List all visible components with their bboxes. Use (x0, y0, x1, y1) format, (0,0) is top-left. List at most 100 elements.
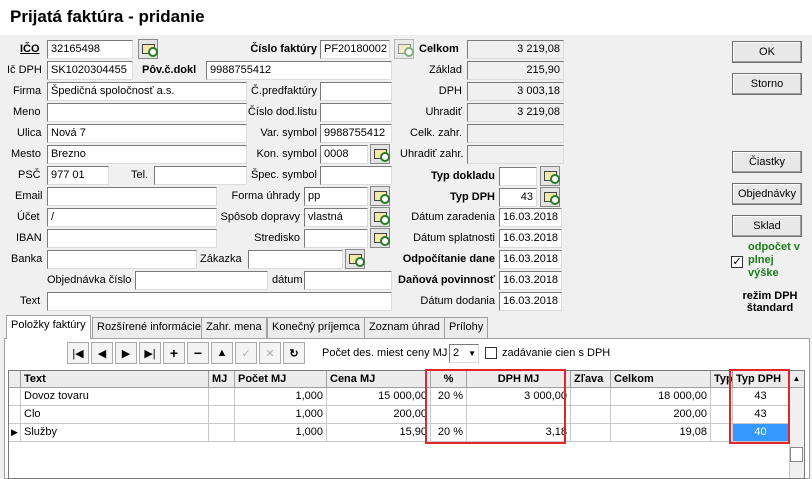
cell-typ[interactable] (711, 406, 733, 424)
mesto-field[interactable]: Brezno (47, 145, 247, 164)
next-record-icon[interactable]: ▶ (115, 342, 137, 364)
tab-konecny-prijemca[interactable]: Konečný príjemca (267, 317, 366, 338)
firma-field[interactable]: Špedičná spoločnosť a.s. (47, 82, 247, 101)
tab-zoznam-uhrad[interactable]: Zoznam úhrad (364, 317, 445, 338)
grid-header-typ-dph[interactable]: Typ DPH (733, 371, 789, 388)
cislo-faktury-lookup-button[interactable] (394, 39, 414, 59)
typ-dokladu-field[interactable] (499, 167, 537, 186)
delete-record-icon[interactable]: − (187, 342, 209, 364)
cell-typ-dph[interactable]: 43 (733, 388, 789, 406)
cell-celkom[interactable]: 200,00 (611, 406, 711, 424)
tab-prilohy[interactable]: Prílohy (444, 317, 489, 338)
cell-pocet-mj[interactable]: 1,000 (235, 388, 327, 406)
cell-text[interactable]: Služby (21, 424, 209, 442)
stredisko-field[interactable] (304, 229, 368, 248)
ico-field[interactable]: 32165498 (47, 40, 133, 59)
ucet-field[interactable]: / (47, 208, 217, 227)
cell-mj[interactable] (209, 406, 235, 424)
datum-dodania-field[interactable]: 16.03.2018 (499, 292, 562, 311)
datum-field[interactable] (304, 271, 392, 290)
grid-header-text[interactable]: Text (21, 371, 209, 388)
stredisko-lookup-button[interactable] (370, 228, 390, 248)
ok-button[interactable]: OK (732, 41, 802, 63)
ico-lookup-button[interactable] (138, 39, 158, 59)
last-record-icon[interactable]: ▶| (139, 342, 161, 364)
edit-record-icon[interactable]: ▲ (211, 342, 233, 364)
iban-field[interactable] (47, 229, 217, 248)
tab-polozky-faktury[interactable]: Položky faktúry (6, 315, 91, 339)
cell-percent[interactable]: 20 % (431, 388, 467, 406)
cdodlistu-field[interactable] (320, 103, 392, 122)
kon-symbol-field[interactable]: 0008 (320, 145, 368, 164)
email-field[interactable] (47, 187, 217, 206)
odpocet-checkbox[interactable]: ✓ (731, 256, 743, 268)
tab-zahr-mena[interactable]: Zahr. mena (201, 317, 267, 338)
cell-celkom[interactable]: 19,08 (611, 424, 711, 442)
forma-uhrady-field[interactable]: pp (304, 187, 368, 206)
cell-dph-mj[interactable] (467, 406, 571, 424)
cell-mj[interactable] (209, 388, 235, 406)
cell-mj[interactable] (209, 424, 235, 442)
cell-pocet-mj[interactable]: 1,000 (235, 424, 327, 442)
cell-typ-dph[interactable]: 43 (733, 406, 789, 424)
pocet-des-miest-select[interactable]: 2 ▼ (449, 344, 479, 363)
refresh-icon[interactable]: ↻ (283, 342, 305, 364)
typ-dokladu-lookup-button[interactable] (540, 166, 560, 186)
scroll-up-icon[interactable]: ▲ (789, 371, 804, 388)
icdph-field[interactable]: SK1020304455 (47, 61, 133, 80)
banka-field[interactable] (47, 250, 197, 269)
kon-symbol-lookup-button[interactable] (370, 144, 390, 164)
cell-typ-dph-selected[interactable]: 40 (733, 424, 789, 442)
grid-header-percent[interactable]: % (431, 371, 467, 388)
zakazka-field[interactable] (248, 250, 343, 269)
spec-symbol-field[interactable] (320, 166, 392, 185)
cell-text[interactable]: Dovoz tovaru (21, 388, 209, 406)
insert-record-icon[interactable]: + (163, 342, 185, 364)
grid-scroll-thumb[interactable] (790, 447, 803, 462)
datum-zaradenia-field[interactable]: 16.03.2018 (499, 208, 562, 227)
storno-button[interactable]: Storno (732, 73, 802, 95)
meno-field[interactable] (47, 103, 247, 122)
cell-dph-mj[interactable]: 3 000,00 (467, 388, 571, 406)
cell-cena-mj[interactable]: 15 000,00 (327, 388, 431, 406)
typ-dph-lookup-button[interactable] (540, 187, 560, 207)
ciastky-button[interactable]: Čiastky (732, 151, 802, 173)
grid-scrollbar[interactable] (789, 388, 804, 478)
cancel-record-icon[interactable]: ✕ (259, 342, 281, 364)
grid-header-pocet-mj[interactable]: Počet MJ (235, 371, 327, 388)
cell-pocet-mj[interactable]: 1,000 (235, 406, 327, 424)
cell-typ[interactable] (711, 388, 733, 406)
danova-povinnost-field[interactable]: 16.03.2018 (499, 271, 562, 290)
post-record-icon[interactable]: ✓ (235, 342, 257, 364)
grid-header-celkom[interactable]: Celkom (611, 371, 711, 388)
ulica-field[interactable]: Nová 7 (47, 124, 247, 143)
sklad-button[interactable]: Sklad (732, 215, 802, 237)
var-symbol-field[interactable]: 9988755412 (320, 124, 392, 143)
odpocitanie-dane-field[interactable]: 16.03.2018 (499, 250, 562, 269)
cell-zlava[interactable] (571, 424, 611, 442)
datum-splatnosti-field[interactable]: 16.03.2018 (499, 229, 562, 248)
grid-header-mj[interactable]: MJ (209, 371, 235, 388)
cell-zlava[interactable] (571, 388, 611, 406)
cislo-faktury-field[interactable]: PF20180002 (320, 40, 390, 59)
sposob-dopravy-lookup-button[interactable] (370, 207, 390, 227)
text-field[interactable] (47, 292, 392, 311)
cell-cena-mj[interactable]: 15,90 (327, 424, 431, 442)
zadavanie-cien-checkbox[interactable] (485, 347, 497, 359)
polozky-grid[interactable]: Text MJ Počet MJ Cena MJ % DPH MJ Zľava … (8, 369, 805, 479)
cell-cena-mj[interactable]: 200,00 (327, 406, 431, 424)
objednavka-field[interactable] (135, 271, 268, 290)
grid-header-typ[interactable]: Typ (711, 371, 733, 388)
grid-header-dph-mj[interactable]: DPH MJ (467, 371, 571, 388)
grid-header-zlava[interactable]: Zľava (571, 371, 611, 388)
psc-field[interactable]: 977 01 (47, 166, 109, 185)
grid-header-cena-mj[interactable]: Cena MJ (327, 371, 431, 388)
cpredfaktury-field[interactable] (320, 82, 392, 101)
cell-percent[interactable]: 20 % (431, 424, 467, 442)
sposob-dopravy-field[interactable]: vlastná (304, 208, 368, 227)
typ-dph-field[interactable]: 43 (499, 188, 537, 207)
cell-zlava[interactable] (571, 406, 611, 424)
cell-percent[interactable] (431, 406, 467, 424)
cell-typ[interactable] (711, 424, 733, 442)
forma-uhrady-lookup-button[interactable] (370, 186, 390, 206)
